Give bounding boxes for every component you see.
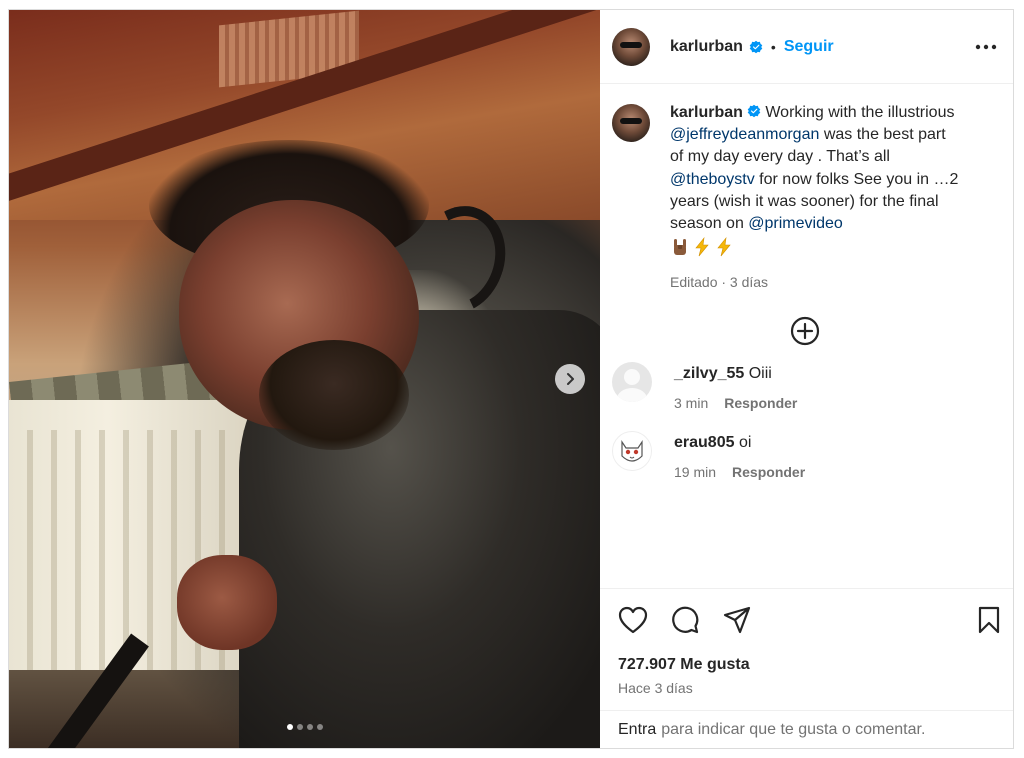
- person-hand: [177, 555, 277, 650]
- follow-button[interactable]: Seguir: [784, 38, 834, 56]
- chevron-right-icon: [563, 372, 577, 386]
- avatar[interactable]: [612, 27, 650, 66]
- share-icon[interactable]: [722, 605, 752, 635]
- comments-section: karlurban Working with the illustrious @…: [600, 84, 1013, 588]
- comment-body: _zilvy_55 Oiii 3 min Responder: [674, 362, 797, 411]
- reply-button[interactable]: Responder: [724, 395, 797, 411]
- comment-line: erau805 oi: [674, 432, 805, 454]
- caption-emojis: [670, 237, 734, 257]
- caption-segment-1: Working with the illustrious: [760, 104, 955, 121]
- avatar[interactable]: [612, 362, 652, 403]
- heart-icon[interactable]: [618, 606, 648, 634]
- add-comment-icon[interactable]: [790, 316, 820, 346]
- caption-meta: Editado · 3 días: [670, 274, 769, 291]
- login-prompt-text: para indicar que te gusta o comentar.: [661, 720, 926, 738]
- post-caption: karlurban Working with the illustrious @…: [612, 84, 997, 290]
- reply-button[interactable]: Responder: [732, 464, 805, 480]
- comment-time: 3 min: [674, 395, 709, 412]
- comment-text: oi: [738, 434, 752, 452]
- comment-item: erau805 oi 19 min Responder: [612, 431, 997, 480]
- action-bar: [600, 588, 1013, 650]
- comment-icon[interactable]: [670, 605, 700, 635]
- caption-username[interactable]: karlurban: [670, 104, 743, 121]
- load-more-row: [612, 316, 997, 346]
- mention-link[interactable]: @jeffreydeanmorgan: [670, 126, 819, 143]
- rock-hand-emoji: [670, 237, 690, 257]
- comment-username[interactable]: _zilvy_55: [674, 365, 744, 382]
- carousel-dot: [306, 724, 313, 730]
- more-icon[interactable]: [975, 44, 997, 50]
- avatar[interactable]: [612, 431, 652, 472]
- author-username[interactable]: karlurban: [670, 38, 743, 56]
- carousel-dot: [286, 724, 293, 730]
- caption-avatar[interactable]: [612, 104, 650, 142]
- like-count[interactable]: 727.907 Me gusta: [600, 650, 1013, 674]
- login-link[interactable]: Entra: [618, 721, 656, 739]
- comment-item: _zilvy_55 Oiii 3 min Responder: [612, 362, 997, 411]
- person-beard: [259, 340, 409, 450]
- comment-text: Oiii: [748, 365, 772, 383]
- lightning-emoji: [714, 237, 734, 257]
- comment-body: erau805 oi 19 min Responder: [674, 431, 805, 480]
- mention-link[interactable]: @theboystv: [670, 171, 755, 188]
- cat-avatar-icon: [621, 440, 643, 462]
- post-time: Hace 3 días: [618, 680, 693, 696]
- comment-username[interactable]: erau805: [674, 434, 735, 451]
- carousel-indicators: [9, 724, 600, 730]
- post-header: karlurban • Seguir: [600, 10, 1013, 84]
- mention-link[interactable]: @primevideo: [748, 215, 843, 232]
- header-separator: •: [770, 38, 776, 55]
- post-media[interactable]: [9, 10, 600, 748]
- next-slide-button[interactable]: [555, 364, 585, 394]
- verified-icon: [749, 40, 763, 54]
- verified-icon: [747, 104, 761, 118]
- comment-meta: 19 min Responder: [674, 464, 805, 480]
- login-prompt: Entra para indicar que te gusta o coment…: [600, 710, 1013, 748]
- comment-time: 19 min: [674, 464, 717, 481]
- comment-line: _zilvy_55 Oiii: [674, 363, 797, 385]
- caption-body: karlurban Working with the illustrious @…: [670, 102, 960, 290]
- caption-text: karlurban Working with the illustrious @…: [670, 102, 960, 235]
- save-icon[interactable]: [977, 606, 1001, 634]
- carousel-dot: [316, 724, 323, 730]
- carousel-dot: [296, 724, 303, 730]
- comment-meta: 3 min Responder: [674, 395, 797, 411]
- lightning-emoji: [692, 237, 712, 257]
- post-details-panel: karlurban • Seguir karlurban Working wit…: [600, 10, 1013, 748]
- post-dialog: karlurban • Seguir karlurban Working wit…: [8, 9, 1014, 749]
